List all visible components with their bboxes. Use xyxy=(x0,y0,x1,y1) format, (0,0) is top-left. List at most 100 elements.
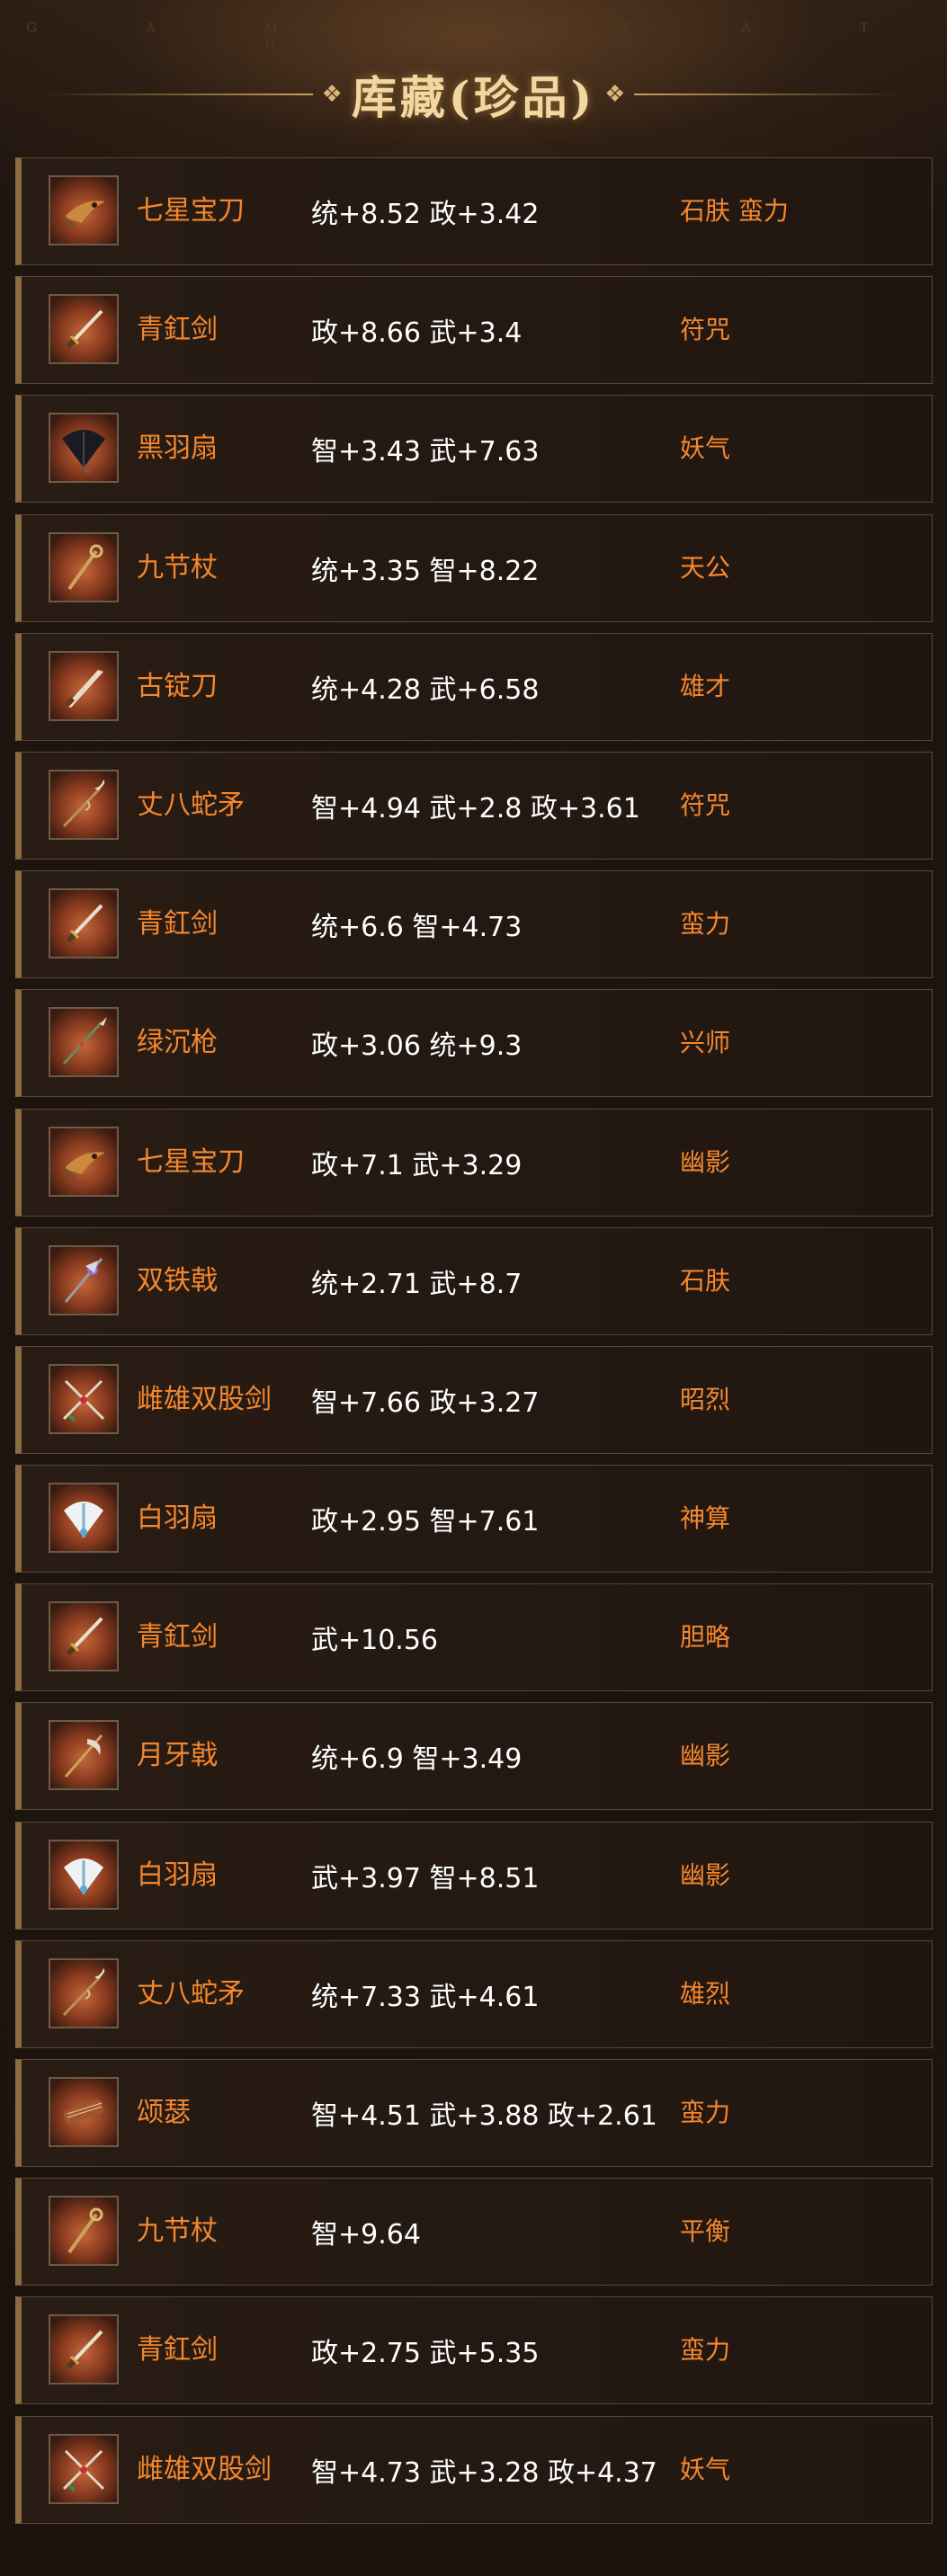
item-tags: 蛮力 xyxy=(680,909,731,940)
item-tags: 妖气 xyxy=(680,433,731,464)
sword-icon xyxy=(49,2314,119,2385)
twin-swords-icon xyxy=(49,1363,119,1434)
item-tags: 蛮力 xyxy=(680,2335,731,2366)
list-item[interactable]: 九节杖 统+3.35 智+8.22 天公 xyxy=(15,513,933,622)
list-item[interactable]: 双铁戟 统+2.71 武+8.7 石肤 xyxy=(15,1226,933,1335)
list-item[interactable]: 月牙戟 统+6.9 智+3.49 幽影 xyxy=(15,1702,933,1811)
serpent-spear-icon xyxy=(49,1957,119,2028)
item-name: 绿沉枪 xyxy=(137,1027,218,1059)
header: G A M E F E A T U R E S ❖ 库藏(珍品) ❖ xyxy=(0,0,947,153)
item-stats: 智+3.43 武+7.63 xyxy=(311,436,540,468)
item-name: 九节杖 xyxy=(137,2215,218,2248)
item-name: 白羽扇 xyxy=(137,1502,218,1535)
sword-icon xyxy=(49,888,119,959)
ornament-left-icon: ❖ xyxy=(321,81,343,108)
list-item[interactable]: 丈八蛇矛 智+4.94 武+2.8 政+3.61 符咒 xyxy=(15,751,933,860)
serpent-spear-icon xyxy=(49,769,119,840)
twin-swords-icon xyxy=(49,2433,119,2504)
item-name: 雌雄双股剑 xyxy=(137,2453,272,2485)
item-tags: 神算 xyxy=(680,1503,731,1534)
list-item[interactable]: 黑羽扇 智+3.43 武+7.63 妖气 xyxy=(15,395,933,504)
item-stats: 智+7.66 政+3.27 xyxy=(311,1386,540,1419)
item-tags: 石肤 蛮力 xyxy=(680,196,789,226)
crescent-halberd-icon xyxy=(49,1720,119,1791)
item-tags: 天公 xyxy=(680,552,731,583)
list-item[interactable]: 白羽扇 政+2.95 智+7.61 神算 xyxy=(15,1465,933,1573)
item-stats: 智+4.73 武+3.28 政+4.37 xyxy=(311,2456,657,2489)
item-tags: 石肤 xyxy=(680,1265,731,1296)
item-name: 七星宝刀 xyxy=(137,1145,245,1178)
item-name: 青釭剑 xyxy=(137,2334,218,2367)
item-tags: 雄才 xyxy=(680,671,731,701)
item-name: 七星宝刀 xyxy=(137,195,245,227)
item-stats: 统+6.9 智+3.49 xyxy=(311,1743,523,1776)
item-tags: 幽影 xyxy=(680,1859,731,1890)
item-tags: 胆略 xyxy=(680,1622,731,1653)
item-stats: 智+4.94 武+2.8 政+3.61 xyxy=(311,792,640,824)
item-name: 白羽扇 xyxy=(137,1858,218,1891)
staff-icon xyxy=(49,531,119,602)
halberd-icon xyxy=(49,1244,119,1315)
treasure-list: 七星宝刀 统+8.52 政+3.42 石肤 蛮力 青釭剑 政+8.66 武+3.4 符咒黑… xyxy=(15,157,933,2535)
item-tags: 符咒 xyxy=(680,315,731,345)
item-name: 青釭剑 xyxy=(137,908,218,940)
header-watermark: G A M E F E A T U R E S xyxy=(26,20,921,52)
list-item[interactable]: 青釭剑 政+2.75 武+5.35 蛮力 xyxy=(15,2296,933,2405)
item-stats: 政+2.75 武+5.35 xyxy=(311,2338,540,2370)
item-stats: 武+3.97 智+8.51 xyxy=(311,1862,540,1894)
list-item[interactable]: 雌雄双股剑 智+4.73 武+3.28 政+4.37 妖气 xyxy=(15,2415,933,2524)
item-stats: 统+4.28 武+6.58 xyxy=(311,673,540,706)
item-stats: 政+3.06 统+9.3 xyxy=(311,1030,523,1063)
item-stats: 智+9.64 xyxy=(311,2219,421,2251)
item-tags: 符咒 xyxy=(680,789,731,820)
title-divider-left xyxy=(42,94,313,95)
list-item[interactable]: 绿沉枪 政+3.06 统+9.3 兴师 xyxy=(15,989,933,1098)
list-item[interactable]: 白羽扇 武+3.97 智+8.51 幽影 xyxy=(15,1821,933,1930)
item-tags: 妖气 xyxy=(680,2454,731,2484)
item-name: 双铁戟 xyxy=(137,1264,218,1297)
item-stats: 统+7.33 武+4.61 xyxy=(311,1981,540,2013)
item-stats: 武+10.56 xyxy=(311,1625,439,1657)
item-stats: 统+2.71 武+8.7 xyxy=(311,1268,523,1300)
list-item[interactable]: 青釭剑 政+8.66 武+3.4 符咒 xyxy=(15,276,933,385)
item-tags: 昭烈 xyxy=(680,1384,731,1414)
blade-icon xyxy=(49,650,119,721)
dragon-blade-icon xyxy=(49,1126,119,1197)
item-name: 雌雄双股剑 xyxy=(137,1383,272,1415)
dragon-blade-icon xyxy=(49,175,119,245)
sword-icon xyxy=(49,1601,119,1672)
list-item[interactable]: 颂瑟 智+4.51 武+3.88 政+2.61 蛮力 xyxy=(15,2059,933,2167)
list-item[interactable]: 青釭剑 武+10.56 胆略 xyxy=(15,1583,933,1692)
item-tags: 蛮力 xyxy=(680,2098,731,2127)
item-stats: 统+6.6 智+4.73 xyxy=(311,912,523,944)
title-divider-right xyxy=(634,94,905,95)
item-tags: 幽影 xyxy=(680,1146,731,1177)
item-stats: 政+8.66 武+3.4 xyxy=(311,317,523,350)
list-item[interactable]: 七星宝刀 统+8.52 政+3.42 石肤 蛮力 xyxy=(15,157,933,265)
page-title: 库藏(珍品) xyxy=(351,71,596,124)
item-name: 青釭剑 xyxy=(137,1621,218,1653)
item-tags: 幽影 xyxy=(680,1741,731,1771)
white-fan-icon xyxy=(49,1483,119,1554)
spear-icon xyxy=(49,1007,119,1078)
list-item[interactable]: 雌雄双股剑 智+7.66 政+3.27 昭烈 xyxy=(15,1345,933,1454)
list-item[interactable]: 青釭剑 统+6.6 智+4.73 蛮力 xyxy=(15,870,933,979)
black-fan-icon xyxy=(49,413,119,484)
item-tags: 平衡 xyxy=(680,2216,731,2247)
list-item[interactable]: 古锭刀 统+4.28 武+6.58 雄才 xyxy=(15,632,933,741)
item-name: 月牙戟 xyxy=(137,1740,218,1772)
white-fan-icon xyxy=(49,1839,119,1910)
item-name: 黑羽扇 xyxy=(137,432,218,465)
item-stats: 政+7.1 武+3.29 xyxy=(311,1149,523,1181)
item-name: 颂瑟 xyxy=(137,2097,191,2128)
zither-icon xyxy=(49,2077,119,2147)
item-stats: 政+2.95 智+7.61 xyxy=(311,1506,540,1538)
item-stats: 统+8.52 政+3.42 xyxy=(311,199,540,230)
item-name: 丈八蛇矛 xyxy=(137,1977,245,2010)
item-name: 丈八蛇矛 xyxy=(137,789,245,821)
list-item[interactable]: 丈八蛇矛 统+7.33 武+4.61 雄烈 xyxy=(15,1939,933,2048)
item-name: 古锭刀 xyxy=(137,670,218,702)
list-item[interactable]: 七星宝刀 政+7.1 武+3.29 幽影 xyxy=(15,1108,933,1217)
list-item[interactable]: 九节杖 智+9.64 平衡 xyxy=(15,2178,933,2286)
title-bar: ❖ 库藏(珍品) ❖ xyxy=(0,63,947,126)
